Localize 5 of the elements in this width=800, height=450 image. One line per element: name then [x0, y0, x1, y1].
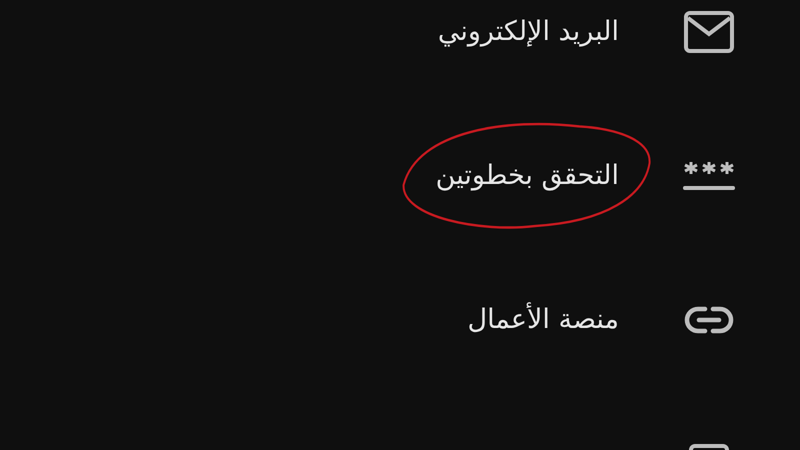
settings-item-label[interactable]: منصة الأعمال	[467, 304, 619, 335]
envelope-icon	[683, 10, 735, 54]
settings-item-label[interactable]: البريد الإلكتروني	[438, 16, 619, 47]
password-icon	[683, 159, 735, 193]
link-icon	[683, 305, 735, 335]
